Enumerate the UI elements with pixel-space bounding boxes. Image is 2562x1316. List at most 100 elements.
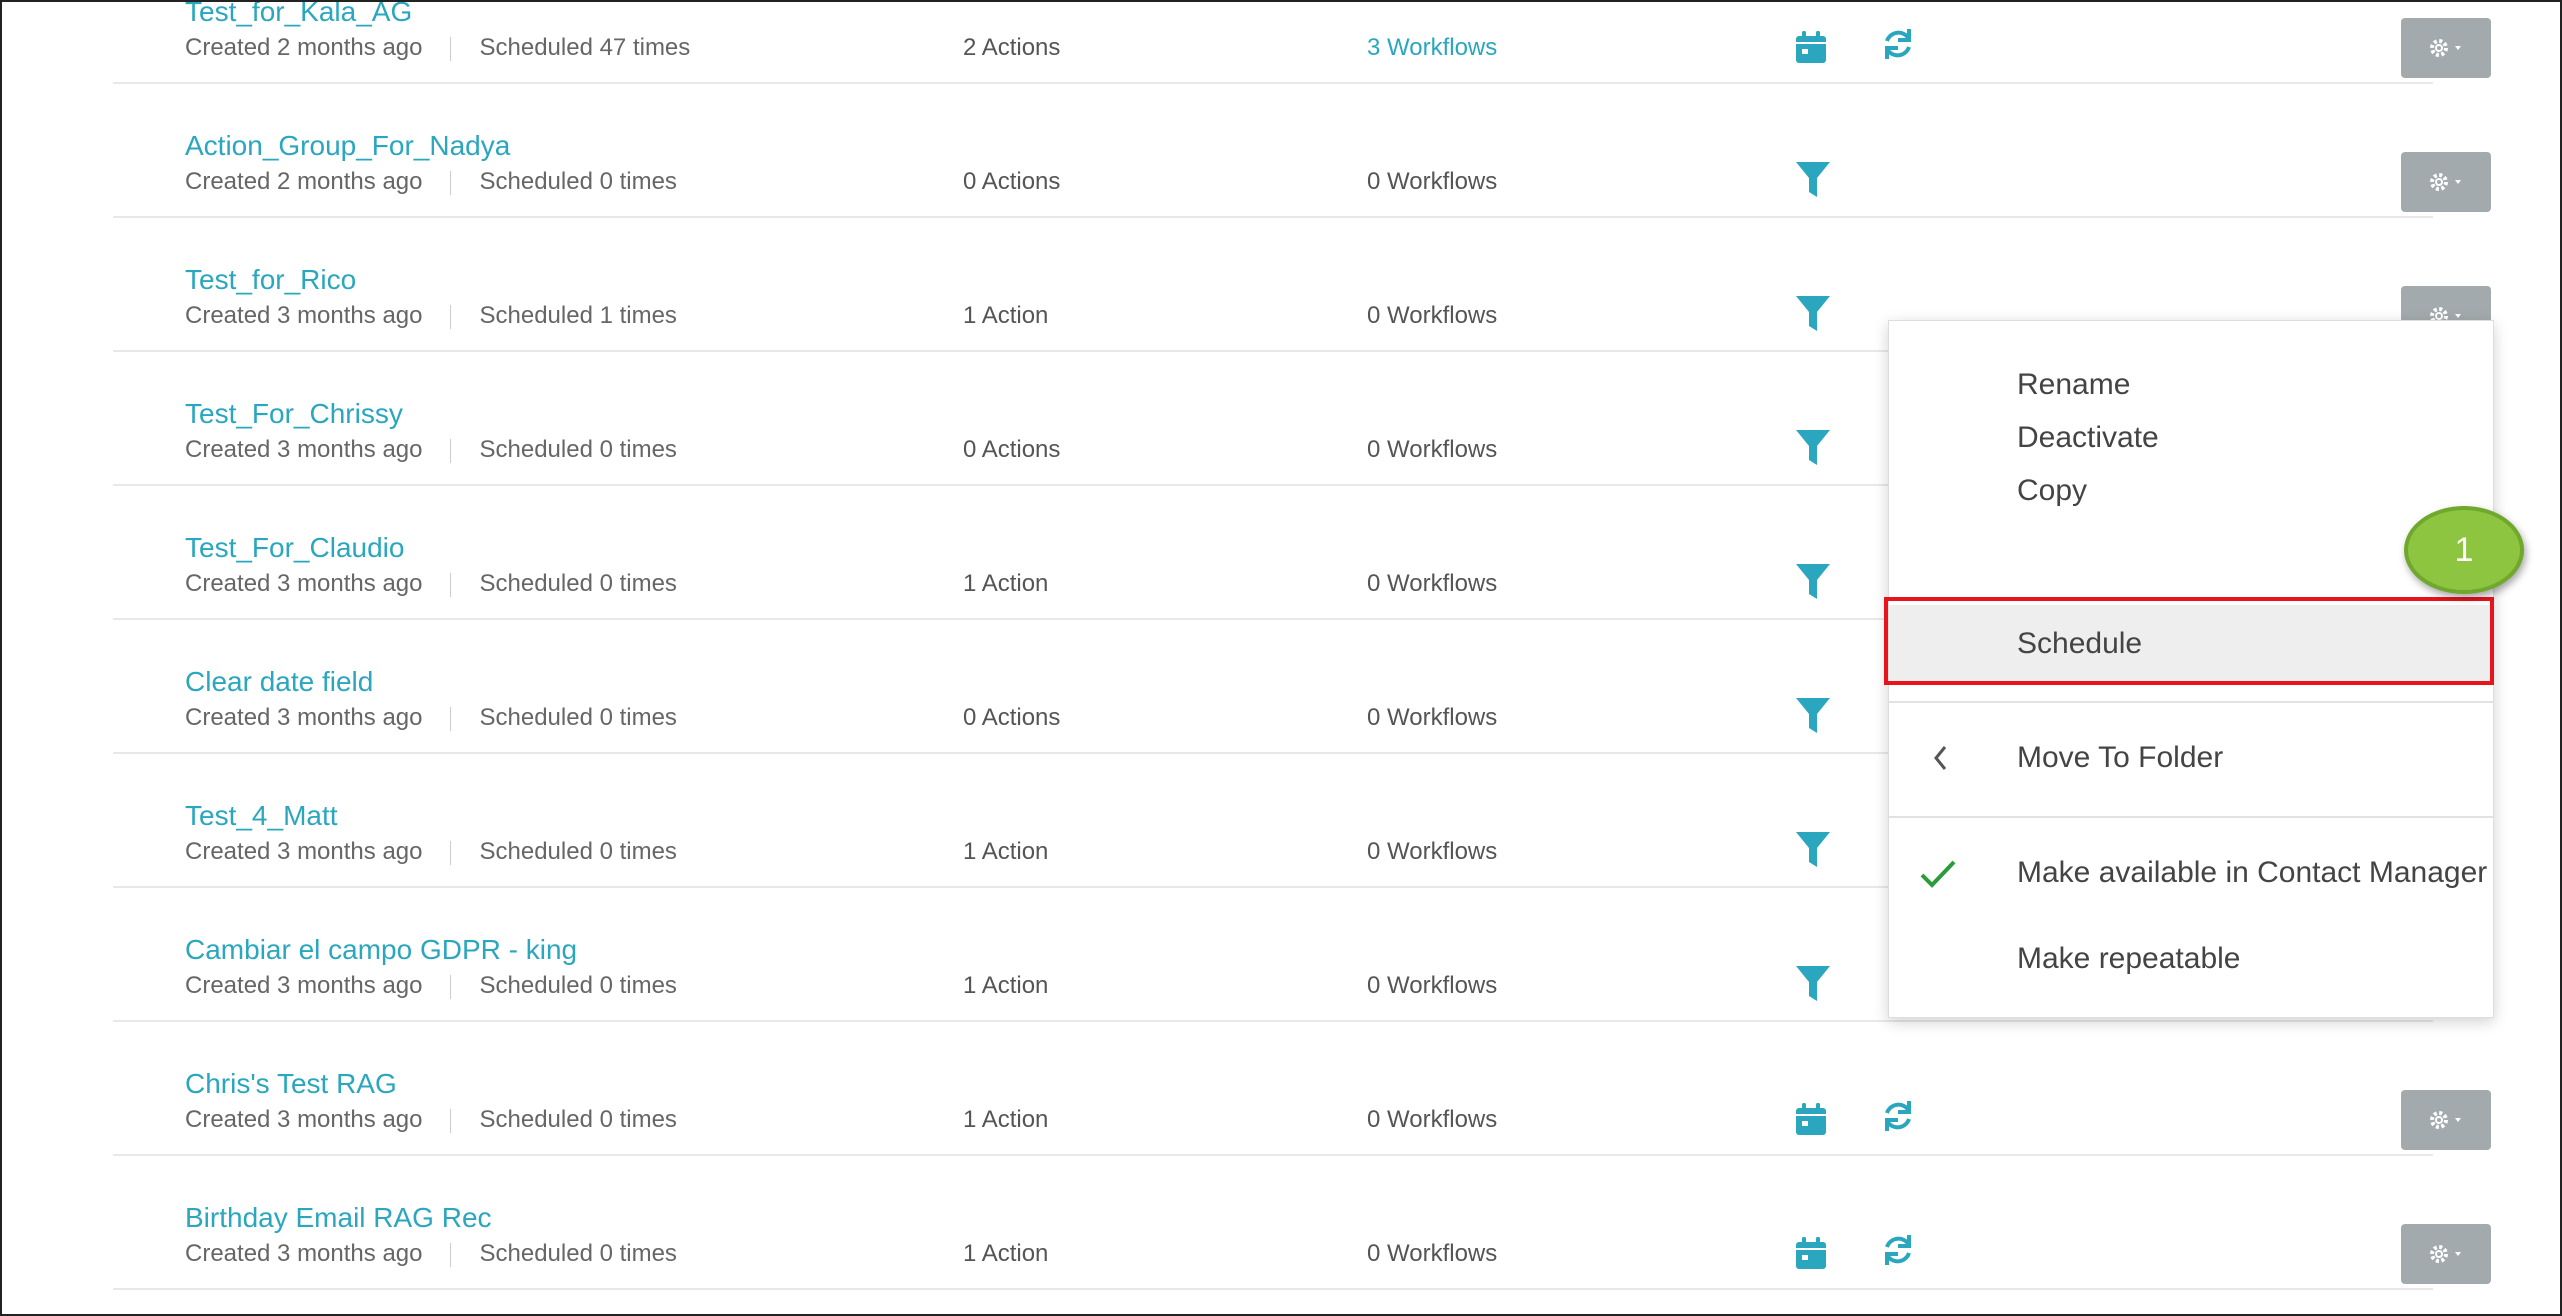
action-group-name-link[interactable]: Clear date field bbox=[185, 666, 373, 698]
menu-item-copy[interactable]: Copy bbox=[1889, 452, 2493, 532]
actions-count: 1 Action bbox=[963, 570, 1049, 597]
menu-item-label: Move To Folder bbox=[2017, 741, 2224, 774]
menu-item-schedule[interactable]: Schedule bbox=[1889, 605, 2493, 685]
step-badge: 1 bbox=[2404, 506, 2524, 594]
meta-separator bbox=[450, 304, 452, 329]
chevron-left-icon bbox=[1931, 743, 1951, 781]
gear-settings-button[interactable] bbox=[2401, 1090, 2491, 1150]
action-group-name-link[interactable]: Chris's Test RAG bbox=[185, 1068, 397, 1100]
created-text: Created 3 months ago bbox=[185, 302, 423, 329]
refresh-icon[interactable] bbox=[1880, 1232, 1916, 1273]
created-text: Created 3 months ago bbox=[185, 1240, 423, 1267]
created-text: Created 2 months ago bbox=[185, 168, 423, 195]
calendar-icon[interactable] bbox=[1793, 1102, 1829, 1143]
action-group-name-link[interactable]: Test_for_Rico bbox=[185, 264, 356, 296]
list-item: Test_for_Kala_AG Created 2 months ago Sche… bbox=[113, 0, 2491, 84]
workflows-count: 0 Workflows bbox=[1367, 436, 1498, 463]
workflows-count: 0 Workflows bbox=[1367, 838, 1498, 865]
meta-separator bbox=[450, 974, 452, 999]
scheduled-text: Scheduled 47 times bbox=[479, 34, 691, 61]
menu-item-label: Make repeatable bbox=[2017, 942, 2241, 975]
scheduled-text: Scheduled 0 times bbox=[479, 168, 677, 195]
list-item: Action_Group_For_Nadya Created 2 months a… bbox=[113, 82, 2491, 218]
meta-separator bbox=[450, 438, 452, 463]
actions-count: 1 Action bbox=[963, 972, 1049, 999]
check-icon bbox=[1919, 858, 1957, 898]
action-group-name-link[interactable]: Action_Group_For_Nadya bbox=[185, 130, 510, 162]
refresh-icon[interactable] bbox=[1880, 1098, 1916, 1139]
filter-icon[interactable] bbox=[1795, 294, 1831, 339]
actions-count: 0 Actions bbox=[963, 704, 1061, 731]
menu-divider bbox=[1889, 816, 2493, 818]
workflows-count: 0 Workflows bbox=[1367, 302, 1498, 329]
action-group-meta: Created 2 months ago Scheduled 0 times bbox=[185, 168, 677, 196]
action-group-meta: Created 3 months ago Scheduled 0 times bbox=[185, 570, 677, 598]
action-group-meta: Created 3 months ago Scheduled 0 times bbox=[185, 838, 677, 866]
created-text: Created 3 months ago bbox=[185, 436, 423, 463]
gear-settings-button[interactable] bbox=[2401, 18, 2491, 78]
scheduled-text: Scheduled 0 times bbox=[479, 1240, 677, 1267]
workflows-count: 0 Workflows bbox=[1367, 972, 1498, 999]
list-item: Birthday Email RAG Rec Created 3 months a… bbox=[113, 1154, 2491, 1290]
calendar-icon[interactable] bbox=[1793, 1236, 1829, 1277]
calendar-icon[interactable] bbox=[1793, 30, 1829, 71]
filter-icon[interactable] bbox=[1795, 830, 1831, 875]
filter-icon[interactable] bbox=[1795, 562, 1831, 607]
workflows-count: 0 Workflows bbox=[1367, 570, 1498, 597]
created-text: Created 3 months ago bbox=[185, 838, 423, 865]
gear-settings-button[interactable] bbox=[2401, 1224, 2491, 1284]
menu-item-label: Make available in Contact Manager bbox=[2017, 856, 2488, 889]
meta-separator bbox=[450, 1108, 452, 1133]
gear-settings-button[interactable] bbox=[2401, 152, 2491, 212]
meta-separator bbox=[450, 170, 452, 195]
action-group-meta: Created 3 months ago Scheduled 0 times bbox=[185, 1106, 677, 1134]
actions-count: 1 Action bbox=[963, 838, 1049, 865]
action-group-meta: Created 3 months ago Scheduled 1 times bbox=[185, 302, 677, 330]
actions-count: 0 Actions bbox=[963, 168, 1061, 195]
actions-count: 2 Actions bbox=[963, 34, 1061, 61]
action-group-name-link[interactable]: Test_for_Kala_AG bbox=[185, 0, 412, 28]
workflows-count[interactable]: 3 Workflows bbox=[1367, 34, 1497, 62]
scheduled-text: Scheduled 0 times bbox=[479, 1106, 677, 1133]
menu-divider bbox=[1889, 701, 2493, 703]
scheduled-text: Scheduled 0 times bbox=[479, 972, 677, 999]
meta-separator bbox=[450, 572, 452, 597]
gear-dropdown-menu: Rename Deactivate Copy Schedule Move To … bbox=[1888, 320, 2494, 1018]
action-group-name-link[interactable]: Test_4_Matt bbox=[185, 800, 338, 832]
action-group-meta: Created 3 months ago Scheduled 0 times bbox=[185, 704, 677, 732]
filter-icon[interactable] bbox=[1795, 964, 1831, 1009]
workflows-count: 0 Workflows bbox=[1367, 168, 1498, 195]
workflows-count: 0 Workflows bbox=[1367, 1240, 1498, 1267]
action-group-meta: Created 3 months ago Scheduled 0 times bbox=[185, 972, 677, 1000]
action-group-meta: Created 2 months ago Scheduled 47 times bbox=[185, 34, 690, 62]
actions-count: 0 Actions bbox=[963, 436, 1061, 463]
menu-item-label: Copy bbox=[2017, 474, 2088, 507]
action-group-name-link[interactable]: Cambiar el campo GDPR - king bbox=[185, 934, 577, 966]
actions-count: 1 Action bbox=[963, 1106, 1049, 1133]
menu-item-label: Schedule bbox=[2017, 627, 2143, 660]
filter-icon[interactable] bbox=[1795, 696, 1831, 741]
meta-separator bbox=[450, 36, 452, 61]
created-text: Created 3 months ago bbox=[185, 1106, 423, 1133]
scheduled-text: Scheduled 0 times bbox=[479, 838, 677, 865]
action-group-name-link[interactable]: Test_For_Claudio bbox=[185, 532, 404, 564]
menu-item-move-to-folder[interactable]: Move To Folder bbox=[1889, 719, 2493, 799]
filter-icon[interactable] bbox=[1795, 160, 1831, 205]
created-text: Created 3 months ago bbox=[185, 704, 423, 731]
action-group-meta: Created 3 months ago Scheduled 0 times bbox=[185, 1240, 677, 1268]
filter-icon[interactable] bbox=[1795, 428, 1831, 473]
menu-item-label: Rename bbox=[2017, 368, 2131, 401]
action-group-name-link[interactable]: Test_For_Chrissy bbox=[185, 398, 403, 430]
menu-item-make-repeatable[interactable]: Make repeatable bbox=[1889, 920, 2493, 1000]
menu-item-label: Deactivate bbox=[2017, 421, 2159, 454]
action-group-meta: Created 3 months ago Scheduled 0 times bbox=[185, 436, 677, 464]
workflows-count: 0 Workflows bbox=[1367, 1106, 1498, 1133]
menu-item-make-available[interactable]: Make available in Contact Manager bbox=[1889, 834, 2493, 914]
meta-separator bbox=[450, 706, 452, 731]
action-group-name-link[interactable]: Birthday Email RAG Rec bbox=[185, 1202, 492, 1234]
scheduled-text: Scheduled 0 times bbox=[479, 436, 677, 463]
list-item: Chris's Test RAG Created 3 months ago Sche… bbox=[113, 1020, 2491, 1156]
refresh-icon[interactable] bbox=[1880, 26, 1916, 67]
scheduled-text: Scheduled 1 times bbox=[479, 302, 677, 329]
workflows-count: 0 Workflows bbox=[1367, 704, 1498, 731]
